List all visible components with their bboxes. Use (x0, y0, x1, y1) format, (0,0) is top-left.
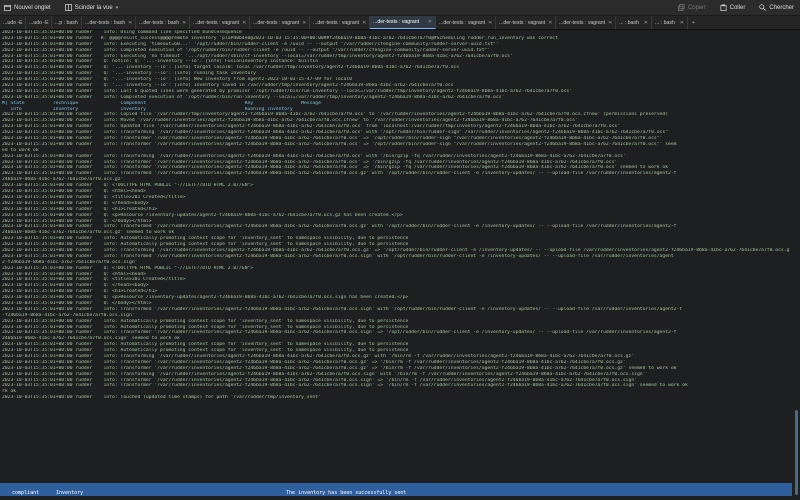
tab-label: ...der-tests : vagrant (253, 19, 300, 26)
paste-button[interactable]: Coller (720, 4, 746, 11)
terminal-line: 2023-10-03T15:35:01+00:00 rudder info: T… (2, 365, 677, 371)
close-icon[interactable]: ✕ (680, 20, 684, 26)
terminal-output[interactable]: 2023-10-03T15:35:01+00:00 rudder info: U… (0, 30, 792, 500)
final-message: The inventory has been successfully sent (286, 489, 407, 496)
copy-icon (678, 4, 685, 11)
split-view-button[interactable]: Scinder la vue ▾ (64, 4, 119, 11)
tab-5[interactable]: ...der-tests : vagrant ✕ (190, 16, 250, 29)
tab-bar: ...udo -E✕...udo -E✕...p : bash✕...der-t… (0, 16, 800, 30)
scrollbar-thumb[interactable] (795, 410, 798, 495)
tab-13[interactable]: ... : bash ✕ (652, 16, 688, 29)
tab-2[interactable]: ...p : bash✕ (52, 16, 82, 29)
close-icon[interactable]: ✕ (428, 19, 432, 25)
tab-label: ...der-tests : vagrant (439, 19, 486, 26)
copy-button[interactable]: Copier (678, 4, 706, 11)
close-icon[interactable]: ✕ (362, 20, 366, 26)
add-tab-button[interactable]: + (688, 16, 699, 29)
new-tab-label: Nouvel onglet (14, 4, 51, 11)
close-icon[interactable]: ✕ (128, 20, 132, 26)
tab-12[interactable]: ... : bash ✕ (616, 16, 652, 29)
search-label: Chercher (769, 4, 794, 11)
new-tab-icon (4, 4, 11, 11)
close-icon[interactable]: ✕ (608, 20, 612, 26)
final-technique: Inventory (56, 489, 84, 496)
close-icon[interactable]: ✕ (488, 20, 492, 26)
tab-label: ... : bash (619, 19, 639, 26)
tab-label: ...udo -E (29, 19, 49, 26)
terminal-line: 2023-10-03T15:35:01+00:00 rudder info: T… (2, 247, 790, 253)
tab-0[interactable]: ...udo -E✕ (0, 16, 26, 29)
tab-11[interactable]: ...der-tests : vagrant ✕ (556, 16, 616, 29)
tab-7[interactable]: ...der-tests : vagrant ✕ (310, 16, 370, 29)
tab-label: ...der-tests : vagrant (499, 19, 546, 26)
tab-label: ...der-tests : vagrant (193, 19, 240, 26)
tab-1[interactable]: ...udo -E✕ (26, 16, 52, 29)
new-tab-button[interactable]: Nouvel onglet (4, 4, 51, 11)
tab-label: ...der-tests : vagrant (559, 19, 606, 26)
tab-4[interactable]: ...der-tests : bash ✕ (136, 16, 190, 29)
terminal-status-line: compliant Inventory The inventory has been… (0, 483, 792, 496)
paste-icon (720, 4, 727, 11)
tab-3[interactable]: ...der-tests : bash ✕ (82, 16, 136, 29)
tab-label: ...der-tests : bash (139, 19, 180, 26)
search-button[interactable]: Chercher (759, 4, 794, 11)
close-icon[interactable]: ✕ (644, 20, 648, 26)
close-icon[interactable]: ✕ (182, 20, 186, 26)
split-view-icon (64, 4, 72, 11)
close-icon[interactable]: ✕ (242, 20, 246, 26)
toolbar: Nouvel onglet Scinder la vue ▾ Copier Co… (0, 0, 800, 16)
chevron-down-icon: ▾ (115, 4, 119, 11)
tab-label: ...der-tests : vagrant (373, 19, 420, 25)
terminal-line: 2023-10-03T15:35:01+00:00 rudder info: T… (2, 383, 688, 389)
copy-label: Copier (687, 4, 706, 11)
close-icon[interactable]: ✕ (548, 20, 552, 26)
tab-8[interactable]: ...der-tests : vagrant ✕ (370, 16, 436, 29)
split-view-label: Scinder la vue (74, 4, 113, 11)
tab-6[interactable]: ...der-tests : vagrant ✕ (250, 16, 310, 29)
tab-9[interactable]: ...der-tests : vagrant ✕ (436, 16, 496, 29)
tab-label: ...der-tests : vagrant (313, 19, 360, 26)
paste-label: Coller (729, 4, 746, 11)
tab-label: ...p : bash (55, 19, 78, 26)
terminal-line: 2023-10-03T15:35:01+00:00 rudder info: T… (2, 395, 321, 401)
tab-10[interactable]: ...der-tests : vagrant ✕ (496, 16, 556, 29)
terminal-line: 2023-10-03T15:35:01+00:00 rudder info: T… (2, 141, 677, 147)
final-state: compliant (12, 489, 40, 496)
tab-label: ...der-tests : bash (85, 19, 126, 26)
terminal-scrollbar[interactable] (792, 30, 800, 500)
tab-label: ...udo -E (3, 19, 23, 26)
terminal-line: 2023-10-03T15:35:01+00:00 rudder info: T… (2, 253, 674, 259)
close-icon[interactable]: ✕ (302, 20, 306, 26)
terminal-line: 2023-10-03T15:35:01+00:00 rudder info: T… (2, 306, 683, 312)
tab-label: ... : bash (655, 19, 675, 26)
search-icon (759, 4, 767, 11)
